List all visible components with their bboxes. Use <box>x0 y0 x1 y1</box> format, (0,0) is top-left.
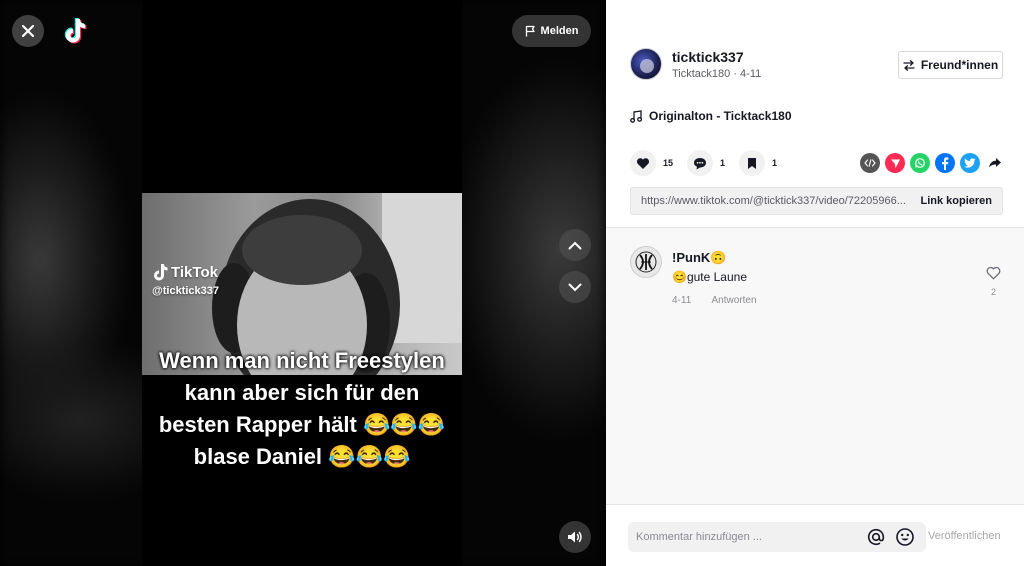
copy-link-row: https://www.tiktok.com/@ticktick337/vide… <box>630 187 1003 215</box>
comment-text: 😊gute Laune <box>672 270 747 284</box>
friends-label: Freund*innen <box>920 58 999 72</box>
copy-link-button[interactable]: Link kopieren <box>920 195 992 207</box>
comment-like[interactable]: 2 <box>986 266 1001 297</box>
heart-icon <box>636 157 650 169</box>
publish-button[interactable]: Veröffentlichen <box>928 530 1001 542</box>
comments-list: !PunK🙃 😊gute Laune 4-11 Antworten 2 <box>606 227 1024 504</box>
paper-plane-icon <box>890 159 900 168</box>
engagement-bar: 15 1 1 <box>630 150 791 176</box>
close-icon <box>21 24 35 38</box>
comment-composer: Veröffentlichen <box>606 504 1024 566</box>
video-caption: Wenn man nicht Freestylen kann aber sich… <box>142 345 462 473</box>
comment-like-count: 2 <box>990 287 996 297</box>
reply-button[interactable]: Antworten <box>712 295 757 306</box>
close-button[interactable] <box>12 15 44 47</box>
next-video-button[interactable] <box>559 271 591 303</box>
video-frame[interactable]: TikTok @ticktick337 Wenn man nicht Frees… <box>142 0 462 566</box>
send-icon[interactable] <box>885 153 905 173</box>
previous-video-button[interactable] <box>559 229 591 261</box>
video-url[interactable]: https://www.tiktok.com/@ticktick337/vide… <box>641 195 909 207</box>
commenter-emoji: 🙃 <box>710 250 727 265</box>
chevron-down-icon <box>568 283 582 291</box>
comment-item: !PunK🙃 😊gute Laune 4-11 Antworten 2 <box>630 246 1001 306</box>
friends-button[interactable]: Freund*innen <box>898 51 1003 79</box>
commenter-username[interactable]: !PunK🙃 <box>672 250 775 266</box>
whatsapp-icon[interactable] <box>910 153 930 173</box>
monogram-logo-icon <box>635 251 657 273</box>
volume-button[interactable] <box>559 521 591 553</box>
comment-button[interactable] <box>687 150 714 176</box>
twitter-bird-icon <box>964 158 976 168</box>
forward-arrow-icon <box>989 158 1001 168</box>
facebook-f-icon <box>942 156 949 170</box>
embed-icon[interactable] <box>860 153 880 173</box>
caption-line: blase Daniel 😂😂😂 <box>193 444 411 469</box>
like-action[interactable]: 15 <box>630 150 673 176</box>
code-brackets-icon <box>864 159 876 167</box>
comment-count: 1 <box>720 158 726 168</box>
caption-line: Wenn man nicht Freestylen <box>159 348 445 373</box>
video-player-area: TikTok @ticktick337 Wenn man nicht Frees… <box>0 0 606 566</box>
caption-line: kann aber sich für den <box>184 380 420 405</box>
sound-link[interactable]: Originalton - Ticktack180 <box>630 109 792 123</box>
flag-icon <box>525 25 535 37</box>
share-arrow-icon[interactable] <box>985 153 1005 173</box>
details-panel: ticktick337 Ticktack180 · 4-11 Freund*in… <box>606 0 1024 566</box>
music-note-icon <box>630 109 642 123</box>
tiktok-logo-icon[interactable] <box>63 16 91 46</box>
comment-bubble-icon <box>694 157 707 169</box>
like-button[interactable] <box>630 150 656 176</box>
sound-label: Originalton - Ticktack180 <box>649 109 792 123</box>
mention-icon[interactable] <box>866 527 886 547</box>
tiktok-watermark-icon <box>154 264 168 281</box>
comment-meta: 4-11 Antworten <box>672 295 775 306</box>
author-username[interactable]: ticktick337 <box>672 49 761 65</box>
watermark-handle: @ticktick337 <box>152 285 219 297</box>
facebook-icon[interactable] <box>935 153 955 173</box>
share-bar <box>860 153 1005 173</box>
video-watermark: TikTok @ticktick337 <box>152 263 219 298</box>
bookmark-icon <box>748 157 757 169</box>
save-action[interactable]: 1 <box>739 150 777 176</box>
save-count: 1 <box>772 158 778 168</box>
caption-line: besten Rapper hält 😂😂😂 <box>158 412 446 437</box>
author-avatar[interactable] <box>630 48 662 80</box>
emoji-icon[interactable] <box>895 527 915 547</box>
commenter-avatar[interactable] <box>630 246 662 278</box>
twitter-icon[interactable] <box>960 153 980 173</box>
swap-arrows-icon <box>903 59 915 71</box>
like-count: 15 <box>663 158 674 168</box>
heart-outline-icon[interactable] <box>986 266 1001 280</box>
save-button[interactable] <box>739 150 766 176</box>
watermark-brand: TikTok <box>171 263 218 281</box>
report-label: Melden <box>540 25 579 37</box>
author-subtitle: Ticktack180 · 4-11 <box>672 67 762 80</box>
commenter-name[interactable]: !PunK <box>672 250 710 265</box>
phone-bubble-icon <box>915 158 925 168</box>
report-button[interactable]: Melden <box>512 15 591 47</box>
comment-date: 4-11 <box>672 295 692 306</box>
comment-action[interactable]: 1 <box>687 150 725 176</box>
speaker-icon <box>568 531 582 543</box>
author-info[interactable]: ticktick337 Ticktack180 · 4-11 <box>630 48 761 80</box>
chevron-up-icon <box>568 241 582 249</box>
